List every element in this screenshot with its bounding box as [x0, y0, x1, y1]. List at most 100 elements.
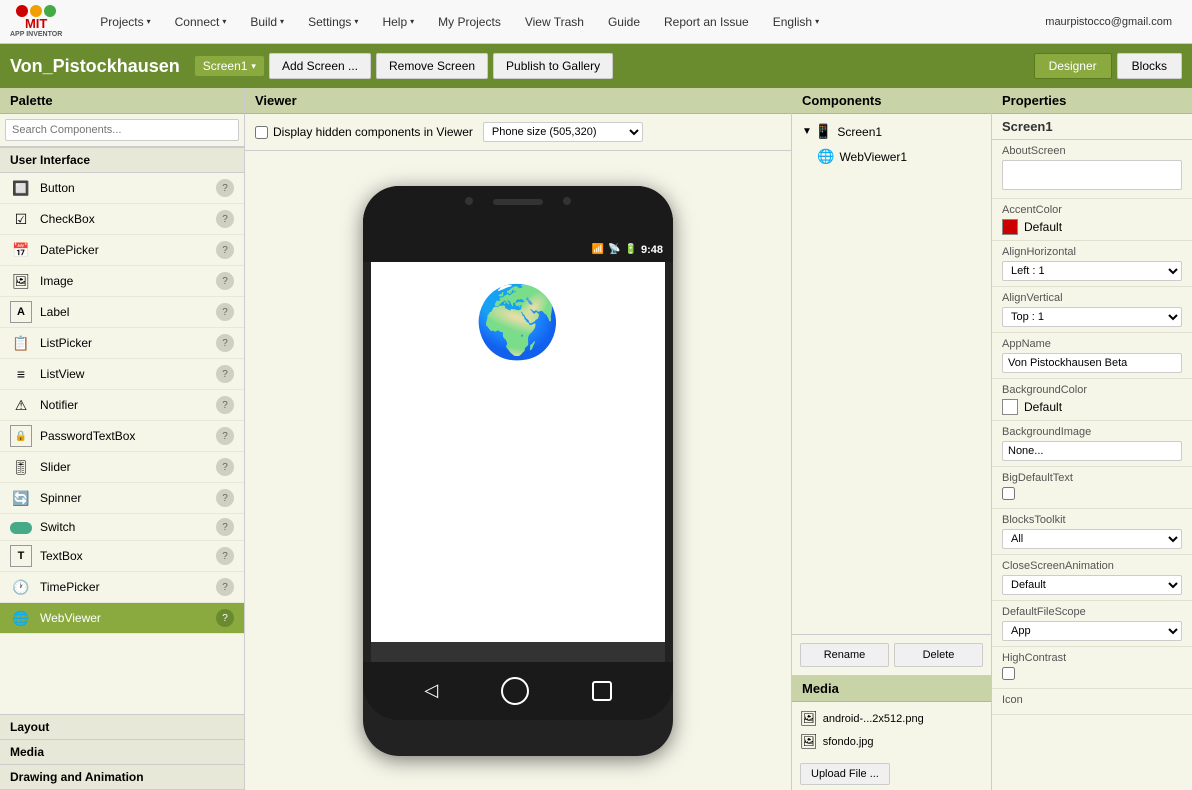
datepicker-icon: 📅 [10, 239, 32, 261]
palette-item-passwordtextbox[interactable]: 🔒 PasswordTextBox ? [0, 421, 244, 452]
palette-item-textbox[interactable]: T TextBox ? [0, 541, 244, 572]
nav-report[interactable]: Report an Issue [652, 0, 761, 44]
nav-settings[interactable]: Settings ▾ [296, 0, 370, 44]
datepicker-help[interactable]: ? [216, 241, 234, 259]
nav-english[interactable]: English ▾ [761, 0, 831, 44]
aboutscreen-input[interactable] [1002, 160, 1182, 190]
status-time: 9:48 [641, 244, 663, 256]
listpicker-help[interactable]: ? [216, 334, 234, 352]
listpicker-label: ListPicker [40, 336, 216, 350]
textbox-icon: T [10, 545, 32, 567]
prop-bigdefaulttext: BigDefaultText [992, 467, 1192, 509]
palette-item-datepicker[interactable]: 📅 DatePicker ? [0, 235, 244, 266]
media-icon-0: 🖼 [800, 710, 818, 727]
alignvertical-select[interactable]: Top : 1 [1002, 307, 1182, 327]
user-interface-section[interactable]: User Interface [0, 147, 244, 173]
bgcolor-swatch[interactable] [1002, 399, 1018, 415]
palette-item-listview[interactable]: ≡ ListView ? [0, 359, 244, 390]
defaultfilescope-select[interactable]: App [1002, 621, 1182, 641]
palette-item-slider[interactable]: 🎚 Slider ? [0, 452, 244, 483]
layout-section[interactable]: Layout [0, 715, 244, 740]
palette-item-checkbox[interactable]: ☑ CheckBox ? [0, 204, 244, 235]
screen-selector[interactable]: Screen1 ▾ [195, 56, 264, 76]
spinner-help[interactable]: ? [216, 489, 234, 507]
nav-help[interactable]: Help ▾ [370, 0, 426, 44]
viewer-content: 📶 📡 🔋 9:48 🌍 ◁ [245, 151, 791, 790]
nav-user-email: maurpistocco@gmail.com [1035, 16, 1182, 28]
blockstoolkit-select[interactable]: All [1002, 529, 1182, 549]
textbox-help[interactable]: ? [216, 547, 234, 565]
hidden-components-checkbox[interactable] [255, 126, 268, 139]
palette-item-timepicker[interactable]: 🕐 TimePicker ? [0, 572, 244, 603]
media-item-0: 🖼 android-...2x512.png [800, 707, 983, 730]
palette-header: Palette [0, 88, 244, 114]
palette-item-notifier[interactable]: ⚠ Notifier ? [0, 390, 244, 421]
logo-mit: MIT [25, 17, 47, 31]
tree-expand-screen1[interactable]: ▼ [802, 126, 812, 137]
prop-defaultfilescope: DefaultFileScope App [992, 601, 1192, 647]
timepicker-help[interactable]: ? [216, 578, 234, 596]
nav-projects[interactable]: Projects ▾ [88, 0, 162, 44]
palette-item-switch[interactable]: Switch ? [0, 514, 244, 541]
slider-label: Slider [40, 460, 216, 474]
properties-panel: Properties Screen1 AboutScreen AccentCol… [992, 88, 1192, 790]
slider-help[interactable]: ? [216, 458, 234, 476]
checkbox-label: CheckBox [40, 212, 216, 226]
nav-build[interactable]: Build ▾ [238, 0, 296, 44]
accentcolor-swatch[interactable] [1002, 219, 1018, 235]
checkbox-help[interactable]: ? [216, 210, 234, 228]
palette-item-listpicker[interactable]: 📋 ListPicker ? [0, 328, 244, 359]
alignhorizontal-select[interactable]: Left : 1 [1002, 261, 1182, 281]
nav-guide[interactable]: Guide [596, 0, 652, 44]
label-help[interactable]: ? [216, 303, 234, 321]
textbox-label: TextBox [40, 549, 216, 563]
upload-file-button[interactable]: Upload File ... [800, 763, 890, 785]
recents-button[interactable] [592, 681, 612, 701]
palette-item-label[interactable]: A Label ? [0, 297, 244, 328]
rename-button[interactable]: Rename [800, 643, 889, 667]
bigdefaulttext-checkbox[interactable] [1002, 487, 1015, 500]
appname-input[interactable] [1002, 353, 1182, 373]
back-button[interactable]: ◁ [424, 680, 438, 701]
button-help[interactable]: ? [216, 179, 234, 197]
media-section-palette[interactable]: Media [0, 740, 244, 765]
tree-item-screen1[interactable]: ▼ 📱 Screen1 [797, 119, 986, 144]
home-button[interactable] [501, 677, 529, 705]
highcontrast-checkbox[interactable] [1002, 667, 1015, 680]
remove-screen-button[interactable]: Remove Screen [376, 53, 488, 79]
media-list: 🖼 android-...2x512.png 🖼 sfondo.jpg [792, 702, 991, 758]
webviewer-help[interactable]: ? [216, 609, 234, 627]
blocks-mode-button[interactable]: Blocks [1117, 53, 1182, 79]
drawing-animation-section[interactable]: Drawing and Animation [0, 765, 244, 790]
search-input[interactable] [5, 119, 239, 141]
main-area: Palette User Interface 🔲 Button ? ☑ Chec… [0, 88, 1192, 790]
palette-item-image[interactable]: 🖼 Image ? [0, 266, 244, 297]
designer-mode-button[interactable]: Designer [1034, 53, 1112, 79]
project-title: Von_Pistockhausen [10, 56, 180, 77]
palette-item-webviewer[interactable]: 🌐 WebViewer ? [0, 603, 244, 634]
tree-item-webviewer1[interactable]: 🌐 WebViewer1 [797, 144, 986, 169]
publish-gallery-button[interactable]: Publish to Gallery [493, 53, 613, 79]
nav-my-projects[interactable]: My Projects [426, 0, 513, 44]
media-header: Media [792, 676, 991, 702]
prop-accentcolor: AccentColor Default [992, 199, 1192, 241]
switch-label: Switch [40, 520, 216, 534]
switch-help[interactable]: ? [216, 518, 234, 536]
backgroundimage-input[interactable] [1002, 441, 1182, 461]
image-help[interactable]: ? [216, 272, 234, 290]
palette-item-button[interactable]: 🔲 Button ? [0, 173, 244, 204]
closescreenanimation-select[interactable]: Default [1002, 575, 1182, 595]
phone-size-select[interactable]: Phone size (505,320) [483, 122, 643, 142]
nav-view-trash[interactable]: View Trash [513, 0, 596, 44]
listview-icon: ≡ [10, 363, 32, 385]
prop-alignhorizontal: AlignHorizontal Left : 1 [992, 241, 1192, 287]
nav-connect[interactable]: Connect ▾ [163, 0, 239, 44]
add-screen-button[interactable]: Add Screen ... [269, 53, 371, 79]
passwordtextbox-help[interactable]: ? [216, 427, 234, 445]
delete-button[interactable]: Delete [894, 643, 983, 667]
listview-help[interactable]: ? [216, 365, 234, 383]
palette-item-spinner[interactable]: 🔄 Spinner ? [0, 483, 244, 514]
prop-highcontrast: HighContrast [992, 647, 1192, 689]
button-icon: 🔲 [10, 177, 32, 199]
notifier-help[interactable]: ? [216, 396, 234, 414]
